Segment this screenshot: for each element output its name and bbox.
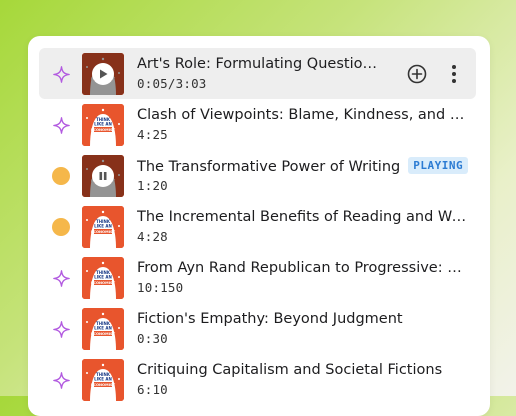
episode-cover[interactable]: THINK LIKE AN ECONOMIST bbox=[82, 359, 124, 401]
episode-title: Critiquing Capitalism and Societal Ficti… bbox=[137, 362, 443, 378]
episode-row[interactable]: THINK LIKE AN ECONOMIST Art's Role: Form… bbox=[39, 48, 476, 99]
sparkle-icon bbox=[53, 66, 70, 83]
more-vertical-icon[interactable] bbox=[445, 62, 463, 86]
svg-text:ECONOMIST: ECONOMIST bbox=[91, 230, 116, 234]
play-icon[interactable] bbox=[92, 63, 114, 85]
svg-text:LIKE AN: LIKE AN bbox=[94, 326, 112, 331]
episode-title: Clash of Viewpoints: Blame, Kindness, an… bbox=[137, 107, 467, 123]
episode-cover[interactable]: THINK LIKE AN ECONOMIST bbox=[82, 53, 124, 95]
episode-title: Art's Role: Formulating Questions,... bbox=[137, 56, 385, 72]
svg-text:ECONOMIST: ECONOMIST bbox=[91, 332, 116, 336]
add-circle-icon[interactable] bbox=[406, 63, 428, 85]
episode-cover[interactable]: THINK LIKE AN ECONOMIST bbox=[82, 257, 124, 299]
episode-duration: 4:25 bbox=[137, 127, 168, 142]
playing-badge: PLAYING bbox=[408, 157, 469, 174]
sparkle-icon bbox=[53, 321, 70, 338]
svg-text:ECONOMIST: ECONOMIST bbox=[91, 281, 116, 285]
sparkle-icon bbox=[53, 117, 70, 134]
progress-dot-icon bbox=[52, 218, 70, 236]
episode-title: The Incremental Benefits of Reading and … bbox=[137, 209, 467, 225]
episode-duration: 1:20 bbox=[137, 178, 168, 193]
svg-text:ECONOMIST: ECONOMIST bbox=[91, 128, 116, 132]
episode-duration: 10:150 bbox=[137, 280, 184, 295]
progress-dot-icon bbox=[52, 167, 70, 185]
sparkle-icon bbox=[53, 372, 70, 389]
episode-row[interactable]: THINK LIKE AN ECONOMIST Clash of Viewpoi… bbox=[39, 99, 476, 150]
episode-row[interactable]: THINK LIKE AN ECONOMIST From Ayn Rand Re… bbox=[39, 252, 476, 303]
episode-duration: 4:28 bbox=[137, 229, 168, 244]
pause-icon[interactable] bbox=[92, 165, 114, 187]
episode-list-card: THINK LIKE AN ECONOMIST Art's Role: Form… bbox=[28, 36, 490, 416]
episode-duration: 0:05/3:03 bbox=[137, 76, 207, 91]
svg-text:LIKE AN: LIKE AN bbox=[94, 224, 112, 229]
episode-duration: 0:30 bbox=[137, 331, 168, 346]
episode-cover[interactable]: THINK LIKE AN ECONOMIST bbox=[82, 155, 124, 197]
svg-text:LIKE AN: LIKE AN bbox=[94, 377, 112, 382]
svg-text:LIKE AN: LIKE AN bbox=[94, 122, 112, 127]
episode-title-wrap: The Transformative Power of Writing PLAYI… bbox=[137, 156, 469, 177]
episode-title: The Transformative Power of Writing bbox=[137, 159, 401, 175]
episode-title: From Ayn Rand Republican to Progressive:… bbox=[137, 260, 467, 276]
episode-row[interactable]: THINK LIKE AN ECONOMIST The Incremental … bbox=[39, 201, 476, 252]
episode-cover[interactable]: THINK LIKE AN ECONOMIST bbox=[82, 104, 124, 146]
episode-row[interactable]: THINK LIKE AN ECONOMIST Fiction's Empath… bbox=[39, 303, 476, 354]
play-overlay[interactable] bbox=[82, 53, 124, 95]
episode-row[interactable]: THINK LIKE AN ECONOMIST Critiquing Capit… bbox=[39, 354, 476, 405]
pause-overlay[interactable] bbox=[82, 155, 124, 197]
sparkle-icon bbox=[53, 270, 70, 287]
svg-text:LIKE AN: LIKE AN bbox=[94, 275, 112, 280]
episode-cover[interactable]: THINK LIKE AN ECONOMIST bbox=[82, 206, 124, 248]
episode-row[interactable]: THINK LIKE AN ECONOMIST The Transformati… bbox=[39, 150, 476, 201]
episode-title: Fiction's Empathy: Beyond Judgment bbox=[137, 311, 403, 327]
episode-cover[interactable]: THINK LIKE AN ECONOMIST bbox=[82, 308, 124, 350]
svg-text:ECONOMIST: ECONOMIST bbox=[91, 383, 116, 387]
